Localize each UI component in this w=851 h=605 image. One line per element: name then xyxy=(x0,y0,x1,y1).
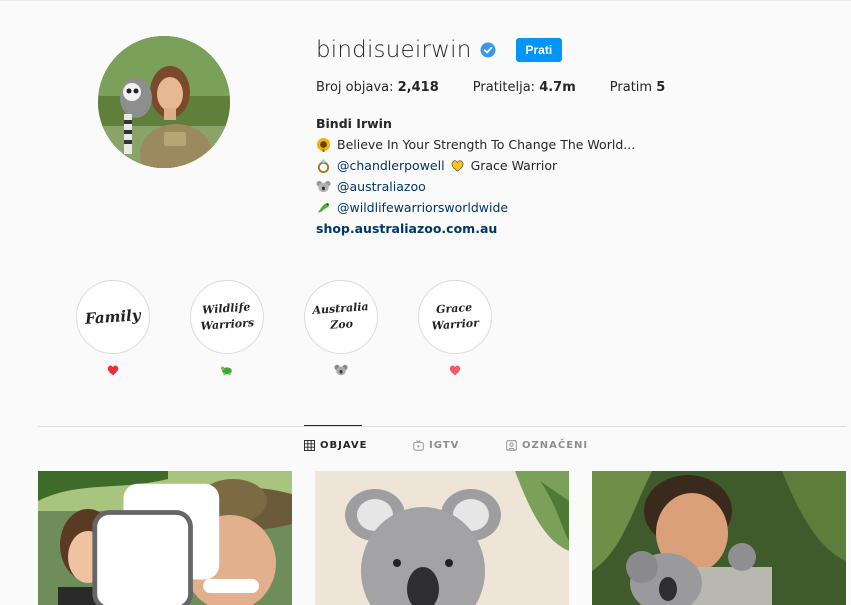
username-row: bindisueirwin Prati xyxy=(316,34,699,66)
post-thumbnail[interactable] xyxy=(38,471,292,605)
highlight-title-line1: Australia xyxy=(311,300,369,317)
post-thumbnail[interactable] xyxy=(592,471,846,605)
igtv-icon xyxy=(413,440,424,451)
tagged-icon xyxy=(506,440,517,451)
followers-count[interactable]: Pratitelja: 4.7m xyxy=(473,80,576,95)
bio-line-3: @australiazoo xyxy=(316,176,699,197)
highlight-title-line1: Wildlife xyxy=(201,300,251,317)
highlight-title: Wildlife Warriors xyxy=(199,299,255,335)
profile-stats: Broj objava: 2,418 Pratitelja: 4.7m Prat… xyxy=(316,80,699,95)
highlight-title-line2: Warrior xyxy=(431,316,480,333)
posts-count: Broj objava: 2,418 xyxy=(316,80,439,95)
highlight-cover: Family xyxy=(76,280,150,354)
highlight-cover: Wildlife Warriors xyxy=(190,280,264,354)
yellow-heart-icon xyxy=(451,160,463,172)
profile-info: bindisueirwin Prati Broj objava: 2,418 P… xyxy=(316,34,699,239)
heart-icon xyxy=(449,365,461,376)
profile-avatar[interactable] xyxy=(98,36,230,168)
carousel-icon xyxy=(92,483,220,605)
posts-label: Broj objava: xyxy=(316,80,394,95)
website-link[interactable]: shop.australiazoo.com.au xyxy=(316,218,699,239)
profile-tabs: OBJAVE IGTV OZNAČENI xyxy=(0,440,851,460)
highlight-cover: Australia Zoo xyxy=(304,280,378,354)
bio-line-1-text: Believe In Your Strength To Change The W… xyxy=(337,137,636,152)
bio-name: Bindi Irwin xyxy=(316,116,392,131)
tab-tagged[interactable]: OZNAČENI xyxy=(506,440,588,451)
highlight-title: Family xyxy=(84,306,142,328)
grace-warrior-text: Grace Warrior xyxy=(470,158,558,173)
verified-badge-icon xyxy=(480,42,495,58)
bio-line-1: Believe In Your Strength To Change The W… xyxy=(316,134,699,155)
ring-emoji-icon xyxy=(317,158,330,173)
username: bindisueirwin xyxy=(316,37,472,63)
followers-label: Pratitelja: xyxy=(472,80,536,95)
highlight-title: Grace Warrior xyxy=(430,299,480,334)
following-count[interactable]: Pratim 5 xyxy=(610,80,665,95)
tab-posts[interactable]: OBJAVE xyxy=(304,440,367,451)
highlight-title-line1: Grace xyxy=(435,300,473,317)
lizard-emoji-icon xyxy=(317,203,330,213)
top-border xyxy=(0,0,851,1)
follow-button[interactable]: Prati xyxy=(515,38,563,62)
following-value: 5 xyxy=(656,80,666,95)
australiazoo-link[interactable]: @australiazoo xyxy=(337,176,426,197)
sunflower-emoji-icon xyxy=(316,137,331,152)
posts-value: 2,418 xyxy=(397,80,439,95)
highlight-australia-zoo[interactable]: Australia Zoo xyxy=(304,280,378,377)
post-image xyxy=(592,471,846,605)
following-label: Pratim xyxy=(609,80,653,95)
bio-line-4: @wildlifewarriorsworldwide xyxy=(316,197,699,218)
wildlifewarriors-link[interactable]: @wildlifewarriorsworldwide xyxy=(337,197,508,218)
bio-line-2: @chandlerpowell Grace Warrior xyxy=(316,155,699,176)
highlight-grace-warrior[interactable]: Grace Warrior xyxy=(418,280,492,377)
koala-icon xyxy=(334,364,348,376)
heart-icon xyxy=(107,365,119,376)
highlight-title-line2: Zoo xyxy=(329,317,354,332)
highlight-title: Australia Zoo xyxy=(312,299,370,335)
post-image xyxy=(315,471,569,605)
highlight-family[interactable]: Family xyxy=(76,280,150,377)
posts-grid xyxy=(38,471,846,605)
tab-igtv[interactable]: IGTV xyxy=(413,440,459,451)
turtle-icon xyxy=(220,366,232,376)
chandlerpowell-link[interactable]: @chandlerpowell xyxy=(337,155,445,176)
tab-igtv-label: IGTV xyxy=(429,440,460,451)
highlight-title-line2: Warriors xyxy=(200,316,255,333)
followers-value: 4.7m xyxy=(539,80,576,95)
avatar-image xyxy=(98,36,230,168)
highlight-wildlife-warriors[interactable]: Wildlife Warriors xyxy=(190,280,264,377)
active-tab-indicator xyxy=(304,425,362,426)
profile-bio: Bindi Irwin Believe In Your Strength To … xyxy=(316,113,699,239)
section-divider xyxy=(38,426,846,427)
koala-emoji-icon xyxy=(316,180,331,193)
tab-tagged-label: OZNAČENI xyxy=(522,440,589,451)
grid-icon xyxy=(304,440,315,451)
highlight-cover: Grace Warrior xyxy=(418,280,492,354)
post-thumbnail[interactable] xyxy=(315,471,569,605)
tab-posts-label: OBJAVE xyxy=(320,440,368,451)
